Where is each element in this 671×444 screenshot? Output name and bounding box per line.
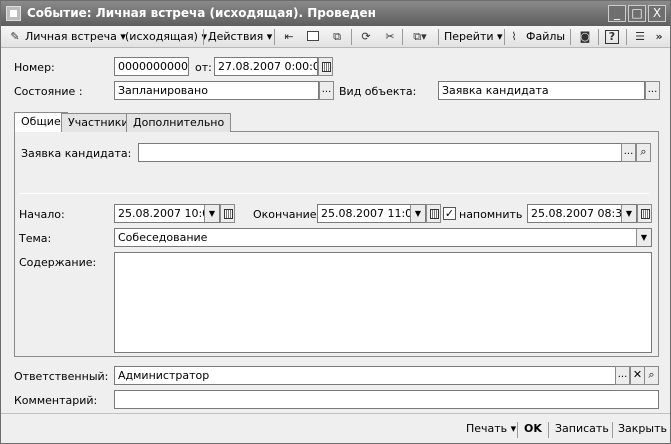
copy-icon[interactable]: ⧉ <box>327 28 347 46</box>
tab-participants[interactable]: Участники <box>61 113 136 132</box>
toolbar-separator <box>351 29 352 45</box>
print-menu[interactable]: Печать ▾ <box>466 422 516 435</box>
toolbar-separator <box>438 29 439 45</box>
close-button[interactable]: Закрыть <box>618 422 667 435</box>
start-label: Начало: <box>19 208 65 221</box>
application-select-button[interactable]: ... <box>621 143 636 162</box>
tab-additional[interactable]: Дополнительно <box>126 113 232 132</box>
subject-label: Тема: <box>19 232 52 245</box>
list-settings-icon[interactable]: ☰ <box>630 28 650 46</box>
print-preview-icon[interactable]: ◙ <box>575 28 595 46</box>
event-window: Событие: Личная встреча (исходящая). Про… <box>0 0 671 444</box>
application-field[interactable] <box>138 143 622 162</box>
goto-label: Перейти <box>444 30 494 43</box>
number-field[interactable]: 00000000001 <box>114 57 189 76</box>
subject-field[interactable]: Собеседование ▼ <box>114 228 652 247</box>
actions-menu[interactable]: Действия ▾ <box>208 28 272 46</box>
bottom-bar: Печать ▾ OK Записать Закрыть <box>1 413 670 443</box>
end-label: Окончание: <box>253 208 321 221</box>
responsible-select-button[interactable]: ... <box>615 366 630 385</box>
minimize-button[interactable]: _ <box>608 5 626 22</box>
remind-checkbox[interactable]: ✓ <box>443 207 456 220</box>
responsible-clear-icon[interactable]: ✕ <box>630 366 645 385</box>
structure-icon[interactable]: ⧉▾ <box>406 28 434 46</box>
start-datetime-value: 25.08.2007 10:00 <box>118 207 217 220</box>
calendar-icon[interactable] <box>318 57 333 76</box>
subject-dropdown-icon[interactable]: ▼ <box>636 229 651 246</box>
cut-icon[interactable]: ✂ <box>380 28 400 46</box>
event-type-label: Личная встреча <box>25 30 117 43</box>
maximize-button[interactable]: □ <box>628 5 646 22</box>
tab-general[interactable]: Общие <box>14 112 68 132</box>
help-label: ? <box>605 30 619 44</box>
end-datetime-field[interactable]: 25.08.2007 11:00 ▼ <box>317 204 426 223</box>
event-type-icon: ✎ <box>10 30 20 43</box>
start-dropdown-icon[interactable]: ▼ <box>204 205 219 222</box>
remind-dropdown-icon[interactable]: ▼ <box>621 205 636 222</box>
goto-menu[interactable]: Перейти ▾ <box>444 28 503 46</box>
refresh-icon[interactable]: ⟳ <box>356 28 376 46</box>
toolbar-separator <box>626 29 627 45</box>
bottom-separator <box>517 422 518 438</box>
toolbar-separator <box>570 29 571 45</box>
comment-label: Комментарий: <box>14 394 98 407</box>
actions-label: Действия <box>208 30 264 43</box>
toolbar-separator <box>203 29 204 45</box>
end-dropdown-icon[interactable]: ▼ <box>410 205 425 222</box>
number-label: Номер: <box>14 61 55 74</box>
object-type-label: Вид объекта: <box>339 85 417 98</box>
ok-button[interactable]: OK <box>524 422 542 435</box>
toolbar-separator <box>598 29 599 45</box>
object-type-select-button[interactable]: ... <box>645 81 660 100</box>
responsible-field[interactable]: Администратор <box>114 366 617 385</box>
subject-value: Собеседование <box>118 231 208 244</box>
post-arrow-icon[interactable]: ⇤ <box>279 28 299 46</box>
remind-label: напомнить <box>459 208 523 221</box>
toolbar-separator <box>504 29 505 45</box>
more-icon[interactable]: » <box>652 28 666 46</box>
toolbar: ✎ Личная встреча ▾ (исходящая) ▾ Действи… <box>1 26 670 48</box>
window-icon <box>6 6 21 21</box>
paperclip-icon[interactable]: ⌇ <box>507 28 521 46</box>
application-search-icon[interactable]: ⌕ <box>636 143 651 162</box>
print-label: Печать <box>466 422 508 435</box>
date-field[interactable]: 27.08.2007 0:00:00 <box>214 57 318 76</box>
date-from-label: от: <box>195 61 212 74</box>
responsible-search-icon[interactable]: ⌕ <box>644 366 659 385</box>
title-bar: Событие: Личная встреча (исходящая). Про… <box>1 1 670 26</box>
remind-datetime-value: 25.08.2007 08:33 <box>531 207 630 220</box>
comment-field[interactable] <box>114 390 659 409</box>
remind-calendar-icon[interactable] <box>637 204 652 223</box>
state-select-button[interactable]: ... <box>319 81 334 100</box>
toolbar-separator <box>402 29 403 45</box>
window-title: Событие: Личная встреча (исходящая). Про… <box>27 6 376 20</box>
remind-datetime-field[interactable]: 25.08.2007 08:33 ▼ <box>527 204 637 223</box>
application-label: Заявка кандидата: <box>21 147 132 160</box>
save-button[interactable]: Записать <box>555 422 609 435</box>
object-type-field[interactable]: Заявка кандидата <box>438 81 645 100</box>
start-datetime-field[interactable]: 25.08.2007 10:00 ▼ <box>114 204 220 223</box>
document-icon[interactable] <box>303 28 323 46</box>
start-calendar-icon[interactable] <box>220 204 235 223</box>
content-label: Содержание: <box>19 256 97 269</box>
direction-menu[interactable]: (исходящая) ▾ <box>125 28 207 46</box>
content-textarea[interactable] <box>114 252 652 353</box>
end-datetime-value: 25.08.2007 11:00 <box>321 207 420 220</box>
bottom-separator <box>548 422 549 438</box>
state-label: Состояние : <box>14 85 83 98</box>
event-type-menu[interactable]: Личная встреча ▾ <box>25 28 126 46</box>
end-calendar-icon[interactable] <box>426 204 441 223</box>
files-button[interactable]: Файлы <box>526 28 565 46</box>
section-divider <box>19 193 649 194</box>
help-icon[interactable]: ? <box>602 28 622 46</box>
state-field[interactable]: Запланировано <box>114 81 319 100</box>
close-window-button[interactable]: X <box>648 5 666 22</box>
responsible-label: Ответственный: <box>14 370 109 383</box>
toolbar-separator <box>274 29 275 45</box>
direction-label: (исходящая) <box>125 30 198 43</box>
bottom-separator <box>612 422 613 438</box>
